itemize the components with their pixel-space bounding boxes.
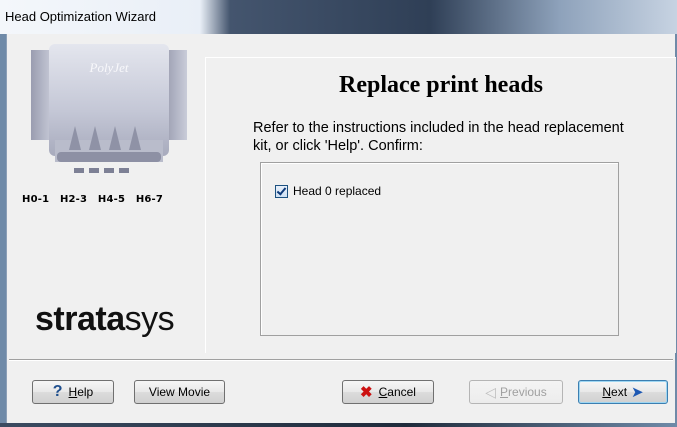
help-button[interactable]: ? Help bbox=[32, 380, 114, 404]
back-arrow-icon: ◁ bbox=[485, 383, 497, 400]
forward-arrow-icon: ➤ bbox=[631, 384, 644, 401]
confirm-group: Head 0 replaced bbox=[260, 162, 619, 336]
head-label: H4-5 bbox=[97, 194, 126, 205]
head-label: H6-7 bbox=[135, 194, 164, 205]
left-panel: PolyJet H0-1 H2-3 H4-5 H6-7 stratasys bbox=[7, 34, 204, 352]
previous-button[interactable]: ◁ Previous bbox=[469, 380, 563, 404]
client-area: PolyJet H0-1 H2-3 H4-5 H6-7 stratasys Re… bbox=[6, 34, 676, 423]
head-labels: H0-1 H2-3 H4-5 H6-7 bbox=[22, 194, 170, 205]
content-panel: Replace print heads Refer to the instruc… bbox=[205, 57, 676, 353]
wizard-window: Head Optimization Wizard PolyJet H0-1 H2… bbox=[0, 0, 677, 427]
title-bar[interactable]: Head Optimization Wizard bbox=[0, 0, 677, 34]
stratasys-logo: stratasys bbox=[35, 300, 175, 338]
cancel-button[interactable]: ✖ Cancel bbox=[342, 380, 434, 404]
checkbox-label: Head 0 replaced bbox=[293, 184, 382, 198]
taskbar-strip bbox=[0, 423, 677, 427]
red-x-icon: ✖ bbox=[360, 384, 373, 401]
footer-divider bbox=[9, 359, 673, 361]
page-title: Replace print heads bbox=[339, 72, 543, 98]
view-movie-button[interactable]: View Movie bbox=[134, 380, 225, 404]
next-button[interactable]: Next ➤ bbox=[578, 380, 668, 404]
head-label: H2-3 bbox=[59, 194, 88, 205]
head-label: H0-1 bbox=[22, 194, 50, 205]
checkbox-checked-icon[interactable] bbox=[275, 184, 288, 198]
instructions-text: Refer to the instructions included in th… bbox=[253, 120, 624, 154]
window-title: Head Optimization Wizard bbox=[5, 9, 156, 24]
print-head-illustration: PolyJet bbox=[31, 44, 187, 173]
head-replaced-checkbox[interactable]: Head 0 replaced bbox=[275, 184, 381, 198]
brand-on-head: PolyJet bbox=[89, 60, 129, 75]
question-icon: ? bbox=[52, 383, 63, 400]
